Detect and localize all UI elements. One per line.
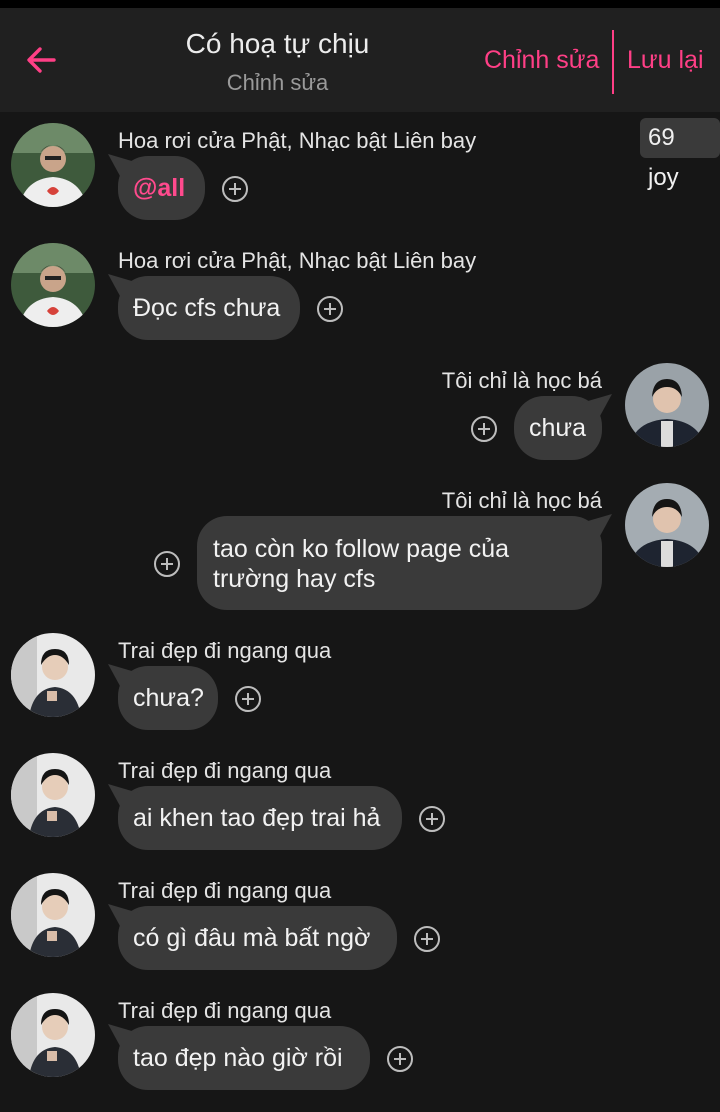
bubble-tail [582, 514, 612, 536]
chat-subtitle: Chỉnh sửa [226, 70, 329, 95]
bubble-tail [108, 154, 138, 176]
status-bar [0, 0, 720, 8]
add-reaction-icon[interactable] [419, 806, 445, 832]
bubble-tail [108, 784, 138, 806]
avatar[interactable] [11, 753, 95, 837]
message-bubble[interactable]: ai khen tao đẹp trai hả [108, 784, 402, 850]
save-button[interactable]: Lưu lại [627, 46, 704, 75]
avatar[interactable] [625, 363, 709, 447]
message-text: ai khen tao đẹp trai hả [133, 803, 381, 832]
add-reaction-icon[interactable] [414, 926, 440, 952]
add-reaction-icon[interactable] [222, 176, 248, 202]
bubble-tail [108, 664, 138, 686]
message-bubble[interactable]: Đọc cfs chưa [108, 274, 300, 340]
sender-name: Hoa rơi cửa Phật, Nhạc bật Liên bay [118, 248, 477, 273]
bubble-tail [582, 394, 612, 416]
add-reaction-icon[interactable] [235, 686, 261, 712]
avatar[interactable] [11, 243, 95, 327]
message-bubble[interactable]: tao còn ko follow page của trường hay cf… [197, 514, 612, 610]
message-text-line: trường hay cfs [213, 565, 376, 593]
sender-name: Tôi chỉ là học bá [441, 488, 602, 513]
sender-name: Trai đẹp đi ngang qua [118, 998, 332, 1023]
edit-button[interactable]: Chỉnh sửa [484, 46, 599, 75]
sender-name: Hoa rơi cửa Phật, Nhạc bật Liên bay [118, 128, 477, 153]
sender-name: Trai đẹp đi ngang qua [118, 758, 332, 783]
sender-name: Tôi chỉ là học bá [441, 368, 602, 393]
avatar[interactable] [11, 123, 95, 207]
message-text-line: tao còn ko follow page của [213, 535, 510, 563]
message-text: có gì đâu mà bất ngờ [133, 923, 371, 952]
add-reaction-icon[interactable] [317, 296, 343, 322]
header-divider [612, 30, 614, 94]
message-bubble[interactable]: @all [108, 154, 205, 220]
joy-badge: 69 joy [640, 118, 720, 191]
header: Có hoạ tự chịu Chỉnh sửa Chỉnh sửa Lưu l… [0, 8, 720, 112]
mention-text[interactable]: @all [133, 174, 185, 203]
message-text: chưa? [133, 683, 204, 712]
bubble-tail [108, 274, 138, 296]
message-text: tao đẹp nào giờ rồi [133, 1043, 343, 1072]
message-bubble[interactable]: tao đẹp nào giờ rồi [108, 1024, 370, 1090]
avatar[interactable] [11, 633, 95, 717]
message-bubble[interactable]: chưa [514, 394, 612, 460]
message-bubble[interactable]: có gì đâu mà bất ngờ [108, 904, 397, 970]
message-text: Đọc cfs chưa [133, 293, 281, 322]
add-reaction-icon[interactable] [471, 416, 497, 442]
avatar[interactable] [625, 483, 709, 567]
add-reaction-icon[interactable] [154, 551, 180, 577]
chat-title: Có hoạ tự chịu [185, 28, 370, 59]
sender-name: Trai đẹp đi ngang qua [118, 878, 332, 903]
arrow-left-icon [27, 47, 56, 73]
message-bubble[interactable]: chưa? [108, 664, 218, 730]
back-button[interactable] [20, 38, 64, 82]
avatar[interactable] [11, 873, 95, 957]
sender-name: Trai đẹp đi ngang qua [118, 638, 332, 663]
add-reaction-icon[interactable] [387, 1046, 413, 1072]
message-text: chưa [529, 413, 587, 442]
avatar[interactable] [11, 993, 95, 1077]
bubble-tail [108, 1024, 138, 1046]
bubble-tail [108, 904, 138, 926]
